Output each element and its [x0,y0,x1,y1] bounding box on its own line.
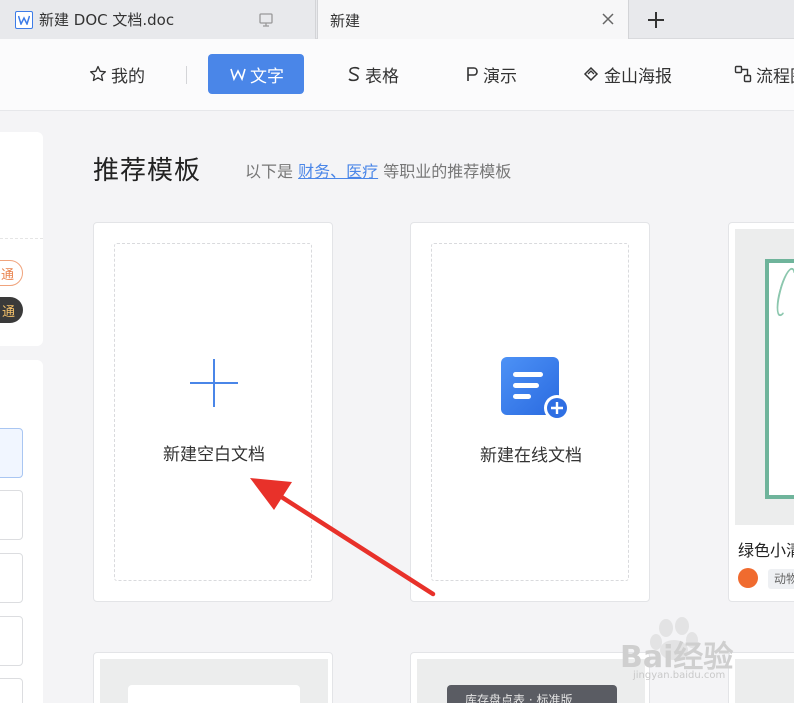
top-nav: 我的 文字 表格 演示 金山海报 流程图 [0,39,794,111]
template-thumbnail [100,659,328,703]
category-item[interactable] [0,553,23,603]
left-panel-divider [0,238,43,239]
nav-sheet-label: 表格 [365,66,399,87]
template-name: 绿色小清新 [738,541,794,560]
red-arrow-annotation [250,478,436,597]
new-online-doc-label: 新建在线文档 [480,446,582,466]
flow-icon [734,65,752,83]
poster-icon [583,66,599,82]
template-paper [128,685,300,703]
category-item[interactable] [0,678,23,703]
p-slide-icon [467,67,478,81]
template-card[interactable] [93,652,333,703]
new-blank-doc-label: 新建空白文档 [163,445,265,465]
close-icon[interactable] [600,11,616,27]
nav-writer-label: 文字 [250,66,284,87]
plus-icon [190,359,238,407]
section-subtitle: 以下是 财务、医疗 等职业的推荐模板 [245,158,511,182]
nav-my[interactable]: 我的 [89,54,145,94]
template-thumbnail [735,229,794,525]
w-doc-icon [230,68,246,81]
subtitle-prefix: 以下是 [245,162,299,181]
profession-link[interactable]: 财务、医疗 [298,162,378,181]
star-icon [89,65,107,82]
category-item[interactable] [0,428,23,478]
s-sheet-icon [348,66,360,82]
subtitle-suffix: 等职业的推荐模板 [378,162,512,181]
left-category-panel [0,360,43,703]
template-card[interactable]: 绿色小清新 动物 [728,222,794,602]
nav-poster-label: 金山海报 [604,66,672,87]
nav-divider [186,66,187,84]
wps-writer-icon [15,10,33,29]
tab-new[interactable]: 新建 [317,0,629,40]
new-tab-plus-icon[interactable] [644,8,668,32]
nav-writer[interactable]: 文字 [208,54,304,94]
tab-doc[interactable]: 新建 DOC 文档.doc [0,0,316,39]
nav-sheet[interactable]: 表格 [347,54,399,94]
monitor-icon[interactable] [258,12,274,28]
nav-flow-label: 流程图 [756,66,794,87]
section-title: 推荐模板 [93,156,202,186]
nav-poster[interactable]: 金山海报 [582,54,672,94]
nav-slide-label: 演示 [483,66,517,87]
category-item[interactable] [0,490,23,540]
nav-my-label: 我的 [111,66,145,87]
nav-slide[interactable]: 演示 [465,54,517,94]
tab-doc-title: 新建 DOC 文档.doc [39,11,175,29]
tab-bar: 新建 DOC 文档.doc 新建 [0,0,794,40]
designer-flame-icon [738,568,758,588]
tab-new-title: 新建 [330,11,361,30]
category-item[interactable] [0,616,23,666]
online-doc-icon [501,357,570,421]
template-tag: 动物 [768,569,794,589]
nav-flow[interactable]: 流程图 [734,54,794,94]
watermark-url: jingyan.baidu.com [633,670,726,681]
